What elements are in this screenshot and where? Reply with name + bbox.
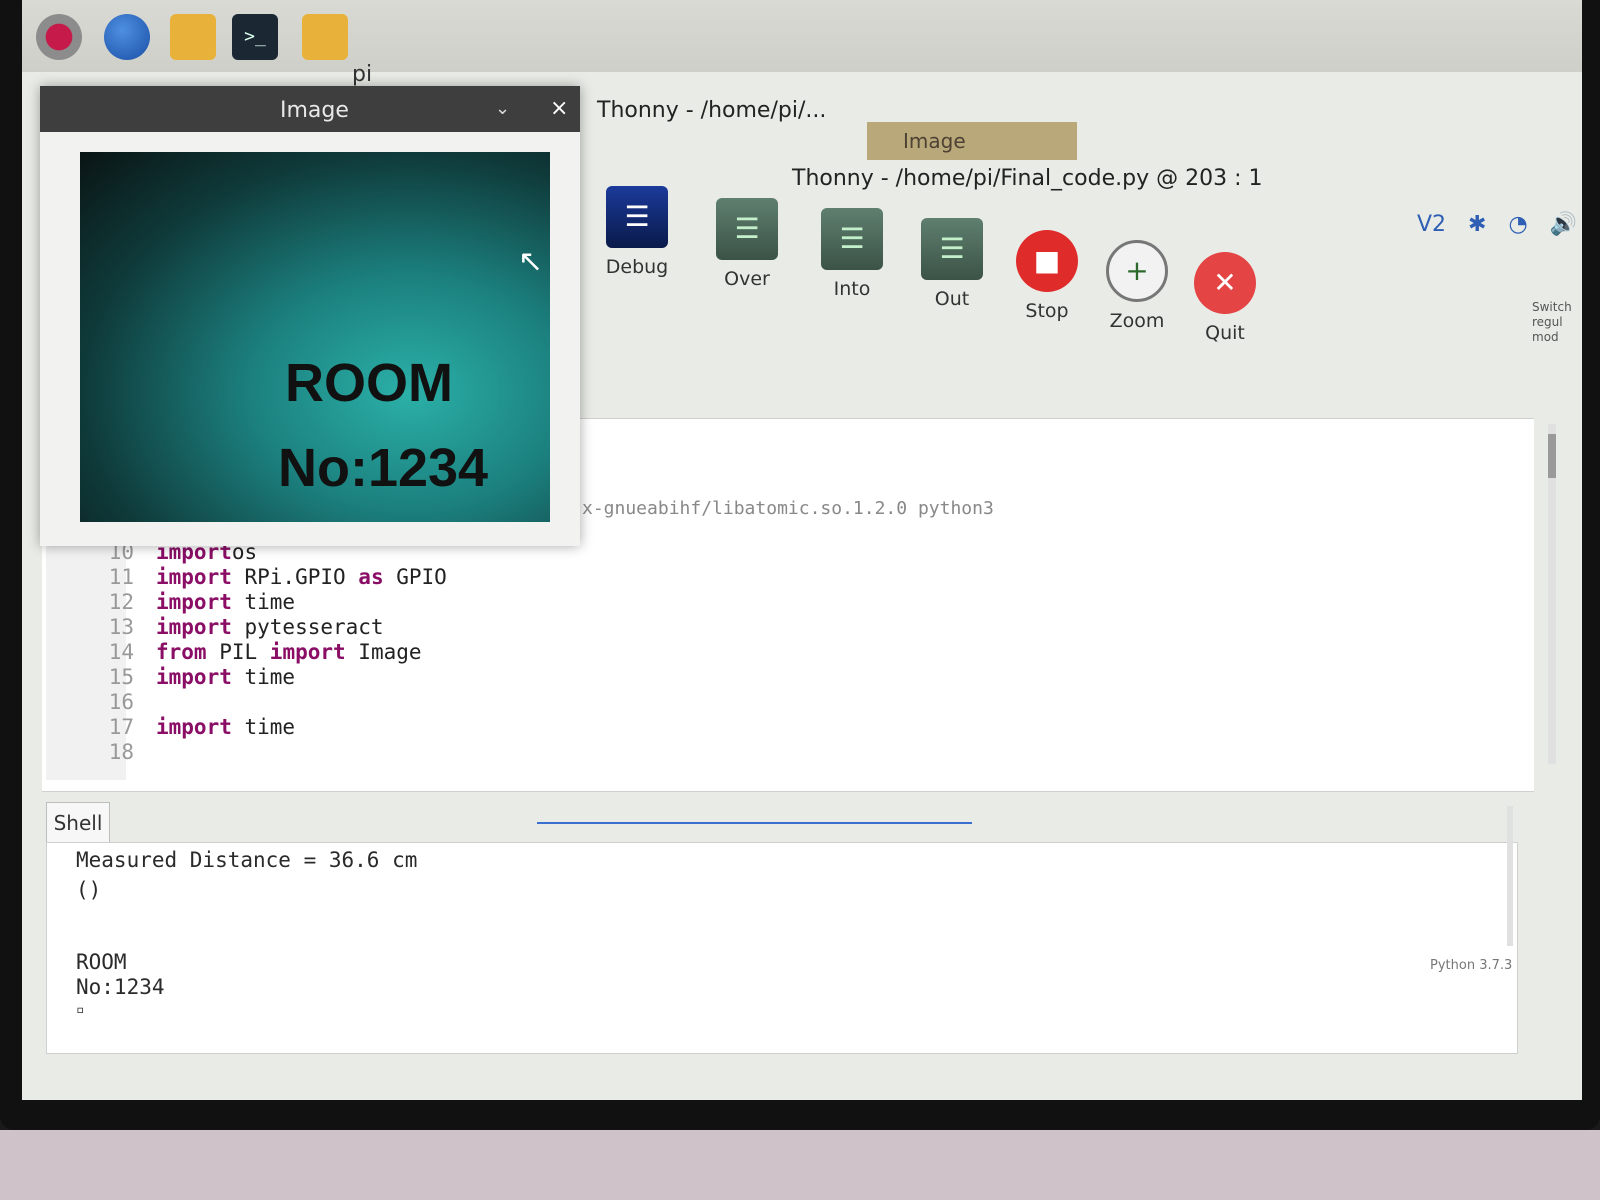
keyword: import [156,565,232,589]
raspberry-menu-icon[interactable] [36,14,82,60]
code-text: RPi.GPIO [231,565,359,589]
code-line: 11 import RPi.GPIO as GPIO [82,565,447,590]
quit-button[interactable]: ✕ Quit [1180,252,1270,344]
line-number: 12 [108,590,134,614]
step-over-icon: ☰ [716,198,778,260]
step-over-label: Over [724,268,770,290]
keyword: import [269,640,346,664]
line-number: 11 [108,565,134,589]
captured-image: ROOM No:1234 ↖ [80,152,550,522]
code-lines[interactable]: 10 import os 11 import RPi.GPIO as GPIO 12… [82,540,447,765]
shell-output-distance: Measured Distance = 36.6 cm [76,848,418,872]
debug-icon: ☰ [606,186,668,248]
shell-output-tuple: () [76,878,102,902]
step-into-label: Into [833,278,871,300]
keyword: from [156,640,207,664]
shell-output-number: No:1234 [76,975,165,999]
code-text: Image [345,640,422,664]
code-line: 15 import time [82,665,447,690]
step-out-label: Out [934,288,970,310]
keyword: import [156,715,232,739]
step-into-icon: ☰ [821,208,883,270]
code-text: time [231,665,296,689]
pi-folder-label[interactable]: pi [352,62,372,87]
keyword: import [156,590,232,614]
mouse-cursor-icon: ↖ [518,244,544,279]
image-text-room: ROOM [285,353,453,413]
line-number: 15 [108,665,134,689]
zoom-label: Zoom [1109,310,1165,332]
shell-scrollbar[interactable] [1507,806,1513,946]
editor-scrollbar[interactable] [1548,424,1556,764]
code-line: 14 from PIL import Image [82,640,447,665]
screen: >_ pi V2 ✱ ◔ 🔊 Thonny - /home/pi/... Ima… [22,0,1582,1100]
code-text: time [231,715,296,739]
code-text: pytesseract [231,615,384,639]
keyword: as [358,565,384,589]
image-window-titlebar[interactable]: Image ⌄ × [40,86,580,132]
line-number: 16 [108,690,134,714]
code-line: 18 [82,740,447,765]
code-text: PIL [206,640,270,664]
stop-icon: ■ [1016,230,1078,292]
image-window: Image ⌄ × ROOM No:1234 ↖ [40,86,580,546]
step-into-button[interactable]: ☰ Into [807,208,897,300]
stop-label: Stop [1025,300,1069,322]
line-number: 13 [108,615,134,639]
image-text-number: No:1234 [278,438,489,498]
browser-icon[interactable] [104,14,150,60]
zoom-button[interactable]: + Zoom [1092,240,1182,332]
image-window-title: Image [280,98,349,123]
zoom-icon: + [1106,240,1168,302]
file-manager-icon[interactable] [170,14,216,60]
terminal-icon[interactable]: >_ [232,14,278,60]
quit-icon: ✕ [1194,252,1256,314]
keyword: import [156,665,232,689]
scrollbar-thumb[interactable] [1548,434,1556,478]
thonny-taskbar-button[interactable]: Thonny - /home/pi/... [597,98,826,123]
step-over-button[interactable]: ☰ Over [702,198,792,290]
tab-shell[interactable]: Shell [46,802,110,843]
line-number: 14 [108,640,134,664]
line-number: 18 [108,740,134,764]
step-out-button[interactable]: ☰ Out [907,218,997,310]
image-taskbar-button[interactable]: Image [867,122,1077,160]
stop-button[interactable]: ■ Stop [1002,230,1092,322]
keyword: import [156,615,232,639]
shell-output-room: ROOM [76,950,127,974]
debug-button[interactable]: ☰ Debug [592,186,682,278]
python-version: Python 3.7.3 [1430,958,1513,973]
quit-label: Quit [1205,322,1245,344]
editor-background-text: x-gnueabihf/libatomic.so.1.2.0 python3 [582,498,994,519]
shell-panel[interactable] [46,842,1518,1054]
code-text: time [231,590,296,614]
thonny-toolbar: ☰ Debug ☰ Over ☰ Into ☰ Out ■ Stop + Zoo… [582,176,1582,354]
code-line: 12 import time [82,590,447,615]
shell-link[interactable] [537,822,972,824]
code-line: 13 import pytesseract [82,615,447,640]
code-text: GPIO [383,565,447,589]
taskbar: >_ pi [22,0,1582,87]
step-out-icon: ☰ [921,218,983,280]
code-line: 16 [82,690,447,715]
line-number: 17 [108,715,134,739]
shell-prompt-cursor[interactable]: ▫ [76,1002,84,1018]
pi-folder-icon[interactable] [302,14,348,60]
code-line: 17 import time [82,715,447,740]
close-icon[interactable]: × [550,96,568,121]
chevron-down-icon[interactable]: ⌄ [495,98,510,119]
desk [0,1130,1600,1200]
debug-label: Debug [605,256,669,278]
